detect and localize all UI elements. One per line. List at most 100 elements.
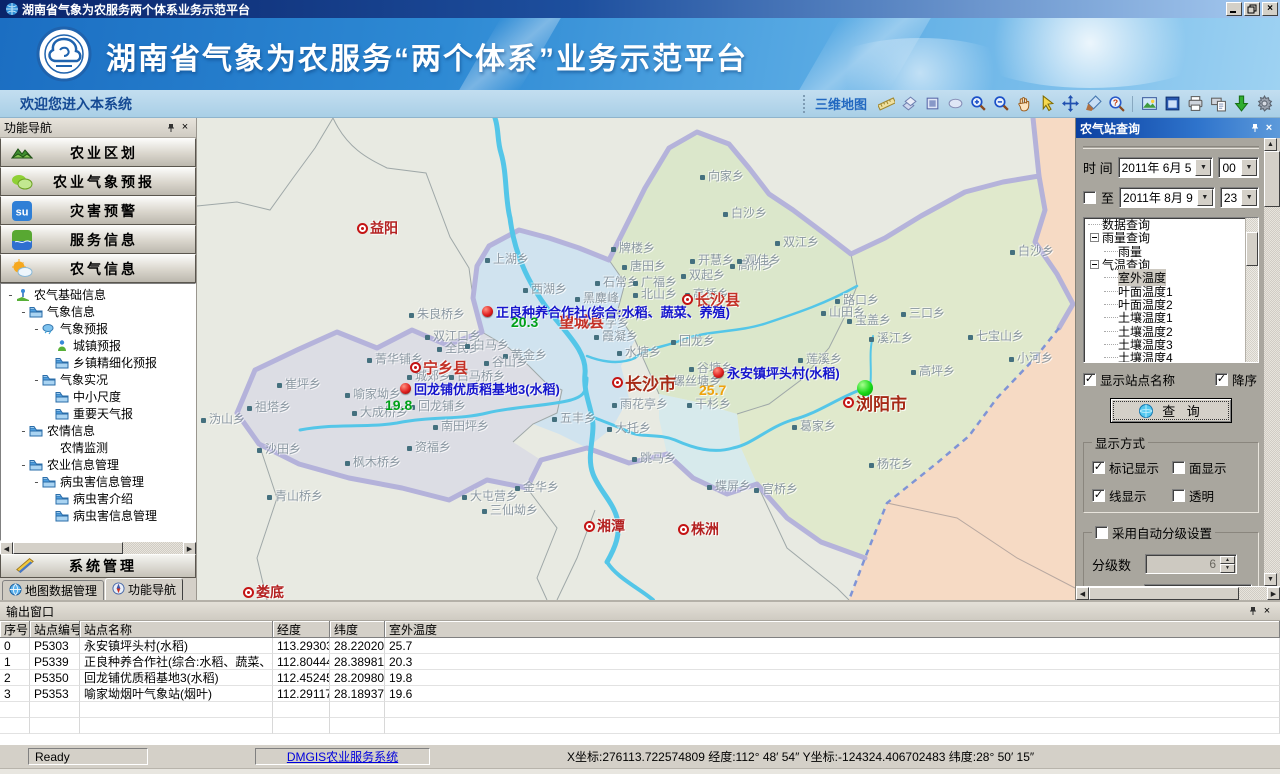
scroll-up-icon[interactable]: ▲ xyxy=(1264,138,1277,151)
zoom-in-icon[interactable] xyxy=(968,94,988,114)
面显示-checkbox[interactable] xyxy=(1172,461,1185,474)
tree-collapse-icon[interactable] xyxy=(1090,260,1099,269)
left-tree-hscrollbar[interactable]: ◀ ▶ xyxy=(0,541,196,554)
status-system-link[interactable]: DMGIS农业服务系统 xyxy=(255,748,430,765)
settings-gear-icon[interactable] xyxy=(1254,94,1274,114)
close-icon[interactable]: × xyxy=(178,121,192,134)
column-header[interactable]: 纬度 xyxy=(330,621,385,638)
rect-select-icon[interactable] xyxy=(922,94,942,114)
minimize-button[interactable] xyxy=(1226,2,1242,16)
map-window-icon[interactable] xyxy=(1162,94,1182,114)
menu-button-3[interactable]: su灾害预警 xyxy=(0,196,196,225)
close-icon[interactable]: × xyxy=(1262,122,1276,135)
tree-item[interactable]: 病虫害信息管理 xyxy=(1,507,195,524)
hour-from-select[interactable]: 00▼ xyxy=(1218,157,1259,178)
线显示-checkbox[interactable]: ✓ xyxy=(1092,489,1105,502)
map3d-button[interactable]: 三维地图 xyxy=(815,94,867,113)
download-arrow-icon[interactable] xyxy=(1231,94,1251,114)
pin-icon[interactable] xyxy=(164,121,178,134)
right-panel-vscrollbar[interactable]: ▲ ▼ xyxy=(1264,138,1280,586)
tree-vscrollbar[interactable] xyxy=(1245,218,1258,362)
scroll-right-icon[interactable]: ▶ xyxy=(1267,587,1280,600)
column-header[interactable]: 经度 xyxy=(273,621,330,638)
green-station-dot[interactable] xyxy=(857,380,873,396)
tree-item[interactable]: -气象信息 xyxy=(1,303,195,320)
spin-up-icon[interactable]: ▲ xyxy=(1220,556,1235,565)
column-header[interactable]: 室外温度 xyxy=(385,621,1280,638)
pin-icon[interactable] xyxy=(1246,605,1260,618)
query-find-icon[interactable]: ? xyxy=(1106,94,1126,114)
date-from-select[interactable]: 2011年 6月 5▼ xyxy=(1118,157,1214,178)
station-marker[interactable] xyxy=(482,306,493,317)
ellipse-select-icon[interactable] xyxy=(945,94,965,114)
export-image-icon[interactable] xyxy=(1139,94,1159,114)
tree-item[interactable]: 中小尺度 xyxy=(1,388,195,405)
tree-expander[interactable]: - xyxy=(31,475,42,489)
show-station-name-checkbox[interactable]: ✓ xyxy=(1083,373,1096,386)
column-header[interactable]: 站点编号 xyxy=(30,621,80,638)
data-type-item[interactable]: 气温查询 xyxy=(1084,258,1258,271)
tree-expander[interactable]: - xyxy=(18,424,29,438)
menu-button-1[interactable]: 农业区划 xyxy=(0,138,196,167)
scroll-down-icon[interactable]: ▼ xyxy=(1264,573,1277,586)
data-type-item[interactable]: 雨量查询 xyxy=(1084,231,1258,244)
tree-expander[interactable]: - xyxy=(18,458,29,472)
system-manage-button[interactable]: 系统管理 xyxy=(0,554,196,578)
tree-item[interactable]: -农气基础信息 xyxy=(1,286,195,303)
data-type-item[interactable]: 土壤温度4 xyxy=(1084,351,1258,363)
layers-icon[interactable] xyxy=(899,94,919,114)
results-table[interactable]: 序号站点编号站点名称经度纬度室外温度0P5303永安镇坪头村(水稻)113.29… xyxy=(0,621,1280,744)
menu-button-2[interactable]: 农业气象预报 xyxy=(0,167,196,196)
identify-brush-icon[interactable] xyxy=(1083,94,1103,114)
right-panel-hscrollbar[interactable]: ◀ ▶ xyxy=(1076,586,1280,600)
tree-expander[interactable]: - xyxy=(31,373,42,387)
select-arrow-icon[interactable] xyxy=(1037,94,1057,114)
restore-button[interactable] xyxy=(1244,2,1260,16)
tree-item[interactable]: -病虫害信息管理 xyxy=(1,473,195,490)
column-header[interactable]: 序号 xyxy=(0,621,30,638)
date-to-select[interactable]: 2011年 8月 9▼ xyxy=(1119,187,1215,208)
tree-item[interactable]: -气象实况 xyxy=(1,371,195,388)
menu-button-4[interactable]: 服务信息 xyxy=(0,225,196,254)
hour-to-select[interactable]: 23▼ xyxy=(1220,187,1259,208)
透明-checkbox[interactable] xyxy=(1172,489,1185,502)
station-marker[interactable] xyxy=(713,367,724,378)
tree-item[interactable]: 城镇预报 xyxy=(1,337,195,354)
tree-expander[interactable]: - xyxy=(18,305,29,319)
标记显示-checkbox[interactable]: ✓ xyxy=(1092,461,1105,474)
tree-expander[interactable]: - xyxy=(5,288,16,302)
level-count-input[interactable]: 6 ▲▼ xyxy=(1145,554,1237,574)
table-row[interactable]: 1P5339正良种养合作社(综合:水稻、蔬菜、养殖)112.80444128.3… xyxy=(0,654,1280,670)
to-checkbox[interactable] xyxy=(1083,191,1096,204)
tree-item[interactable]: 农情监测 xyxy=(1,439,195,456)
table-row[interactable]: 3P5353喻家坳烟叶气象站(烟叶)112.29117428.18937819.… xyxy=(0,686,1280,702)
tab-地图数据管理[interactable]: 地图数据管理 xyxy=(2,580,104,600)
pan-hand-icon[interactable] xyxy=(1014,94,1034,114)
table-row[interactable]: 2P5350回龙铺优质稻基地3(水稻)112.4524528.20980219.… xyxy=(0,670,1280,686)
tree-item[interactable]: 病虫害介绍 xyxy=(1,490,195,507)
tree-item[interactable]: -农情信息 xyxy=(1,422,195,439)
move-cross-icon[interactable] xyxy=(1060,94,1080,114)
measure-icon[interactable] xyxy=(876,94,896,114)
tree-item[interactable]: 重要天气报 xyxy=(1,405,195,422)
toolbar-grip[interactable] xyxy=(803,95,808,113)
map-view[interactable]: 上湖乡西湖乡朱良桥乡双江口乡全民乡白马乡黄金乡菁华铺乡城郊乡白马桥乡崔坪乡喻家坳… xyxy=(197,118,1075,600)
tree-item[interactable]: -农业信息管理 xyxy=(1,456,195,473)
zoom-out-icon[interactable] xyxy=(991,94,1011,114)
tree-collapse-icon[interactable] xyxy=(1090,233,1099,242)
query-button[interactable]: 查 询 xyxy=(1110,398,1232,423)
station-marker[interactable] xyxy=(400,383,411,394)
table-row[interactable]: 0P5303永安镇坪头村(水稻)113.29303328.22020125.7 xyxy=(0,638,1280,654)
print-preview-icon[interactable] xyxy=(1208,94,1228,114)
scroll-left-icon[interactable]: ◀ xyxy=(1076,587,1089,600)
column-header[interactable]: 站点名称 xyxy=(80,621,273,638)
tree-expander[interactable]: - xyxy=(31,322,42,336)
print-icon[interactable] xyxy=(1185,94,1205,114)
menu-button-5[interactable]: 农气信息 xyxy=(0,254,196,283)
tree-item[interactable]: 乡镇精细化预报 xyxy=(1,354,195,371)
close-icon[interactable]: × xyxy=(1260,605,1274,618)
tree-item[interactable]: -气象预报 xyxy=(1,320,195,337)
descending-checkbox[interactable]: ✓ xyxy=(1215,373,1228,386)
auto-grading-checkbox[interactable] xyxy=(1095,526,1108,539)
pin-icon[interactable] xyxy=(1248,122,1262,135)
